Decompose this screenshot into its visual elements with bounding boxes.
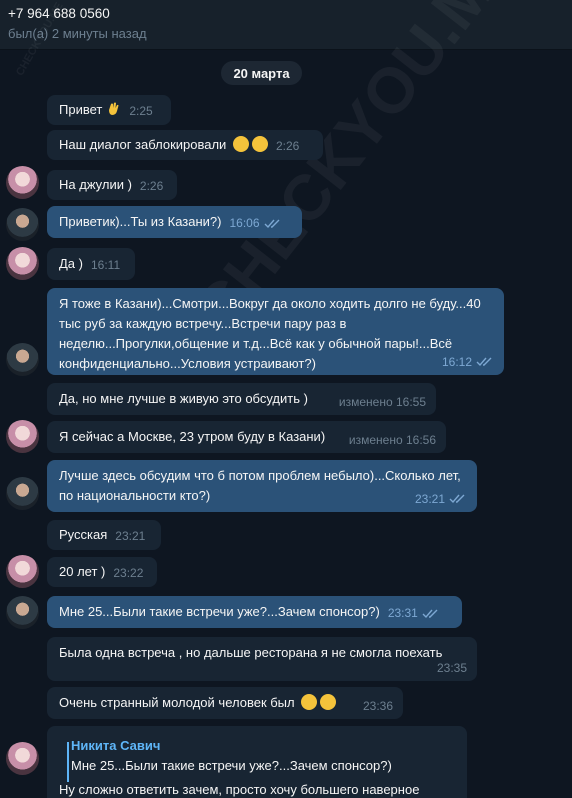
message-text: Да, но мне лучше в живую это обсудить ) bbox=[59, 391, 308, 406]
upside-down-face-emoji bbox=[251, 136, 268, 152]
message-time: 23:22 bbox=[113, 566, 144, 580]
message-bubble[interactable]: Я сейчас а Москве, 23 утром буду в Казан… bbox=[47, 421, 446, 453]
message-time: 23:21 bbox=[115, 529, 146, 543]
message-text: Я тоже в Казани)...Смотри...Вокруг да ок… bbox=[59, 296, 485, 371]
chat-header[interactable]: +7 964 688 0560 был(а) 2 минуты назад bbox=[0, 0, 572, 50]
message-bubble[interactable]: 20 лет ) 23:22 bbox=[47, 557, 157, 587]
message-bubble[interactable]: Приветик)...Ты из Казани?) 16:06 bbox=[47, 206, 302, 238]
message-text: 20 лет ) bbox=[59, 564, 106, 579]
message-time: 2:26 bbox=[139, 179, 164, 193]
message-time: изменено 16:56 bbox=[348, 433, 436, 447]
waving-hand-emoji bbox=[105, 101, 121, 117]
message-text: Лучше здесь обсудим что б потом проблем … bbox=[59, 468, 465, 503]
message-bubble[interactable]: Да, но мне лучше в живую это обсудить ) … bbox=[47, 383, 436, 415]
message-time: 2:26 bbox=[275, 139, 300, 153]
avatar[interactable] bbox=[6, 208, 39, 241]
message-bubble[interactable]: Мне 25...Были такие встречи уже?...Зачем… bbox=[47, 596, 462, 628]
avatar[interactable] bbox=[6, 742, 39, 775]
message-bubble[interactable]: Очень странный молодой человек был 23:36 bbox=[47, 687, 403, 719]
message-text: Русская bbox=[59, 527, 108, 542]
avatar[interactable] bbox=[6, 247, 39, 280]
message-time: 16:12 bbox=[442, 352, 494, 372]
message-text: Наш диалог заблокировали bbox=[59, 137, 227, 152]
last-seen-status: был(а) 2 минуты назад bbox=[8, 26, 147, 41]
message-time: изменено 16:55 bbox=[338, 395, 426, 409]
message-bubble[interactable]: Лучше здесь обсудим что б потом проблем … bbox=[47, 460, 477, 512]
message-text: Приветик)...Ты из Казани?) bbox=[59, 214, 222, 229]
avatar[interactable] bbox=[6, 477, 39, 510]
message-time: 16:11 bbox=[90, 258, 121, 272]
message-text: Ну сложно ответить зачем, просто хочу бо… bbox=[59, 782, 420, 797]
message-bubble[interactable]: Да ) 16:11 bbox=[47, 248, 135, 280]
read-checkmarks-icon bbox=[422, 609, 438, 618]
reply-author: Никита Савич bbox=[71, 738, 161, 753]
message-time: 23:35 bbox=[436, 661, 467, 675]
message-time: 23:21 bbox=[415, 489, 467, 509]
flushed-face-emoji bbox=[301, 694, 318, 710]
message-time: 16:06 bbox=[229, 213, 281, 233]
message-text: На джулии ) bbox=[59, 177, 132, 192]
message-text: Очень странный молодой человек был bbox=[59, 695, 295, 710]
message-text: Была одна встреча , но дальше ресторана … bbox=[59, 645, 443, 660]
avatar[interactable] bbox=[6, 343, 39, 376]
dizzy-face-emoji bbox=[232, 136, 249, 152]
contact-phone: +7 964 688 0560 bbox=[8, 6, 110, 21]
message-text: Привет bbox=[59, 102, 103, 117]
message-time: 23:36 bbox=[362, 699, 393, 713]
reply-message-bubble[interactable]: Никита Савич Мне 25...Были такие встречи… bbox=[47, 726, 467, 798]
avatar[interactable] bbox=[6, 555, 39, 588]
message-text: Да ) bbox=[59, 256, 83, 271]
message-time: 2:25 bbox=[129, 104, 153, 118]
grinning-sweat-emoji bbox=[320, 694, 337, 710]
read-checkmarks-icon bbox=[264, 219, 279, 228]
read-checkmarks-icon bbox=[476, 357, 492, 367]
message-time: 23:31 bbox=[388, 603, 440, 623]
message-text: Я сейчас а Москве, 23 утром буду в Казан… bbox=[59, 429, 326, 444]
message-bubble[interactable]: Была одна встреча , но дальше ресторана … bbox=[47, 637, 477, 681]
avatar[interactable] bbox=[6, 596, 39, 629]
message-bubble[interactable]: Наш диалог заблокировали 2:26 bbox=[47, 130, 323, 160]
message-bubble[interactable]: Привет 2:25 bbox=[47, 95, 171, 125]
message-bubble[interactable]: На джулии ) 2:26 bbox=[47, 170, 177, 200]
date-separator: 20 марта bbox=[221, 61, 302, 85]
message-text: Мне 25...Были такие встречи уже?...Зачем… bbox=[59, 604, 380, 619]
avatar[interactable] bbox=[6, 166, 39, 199]
read-checkmarks-icon bbox=[449, 494, 465, 504]
message-bubble[interactable]: Я тоже в Казани)...Смотри...Вокруг да ок… bbox=[47, 288, 504, 375]
avatar[interactable] bbox=[6, 420, 39, 453]
message-bubble[interactable]: Русская 23:21 bbox=[47, 520, 161, 550]
reply-quote-bar bbox=[67, 742, 69, 782]
reply-quoted-text: Мне 25...Были такие встречи уже?...Зачем… bbox=[71, 758, 392, 773]
